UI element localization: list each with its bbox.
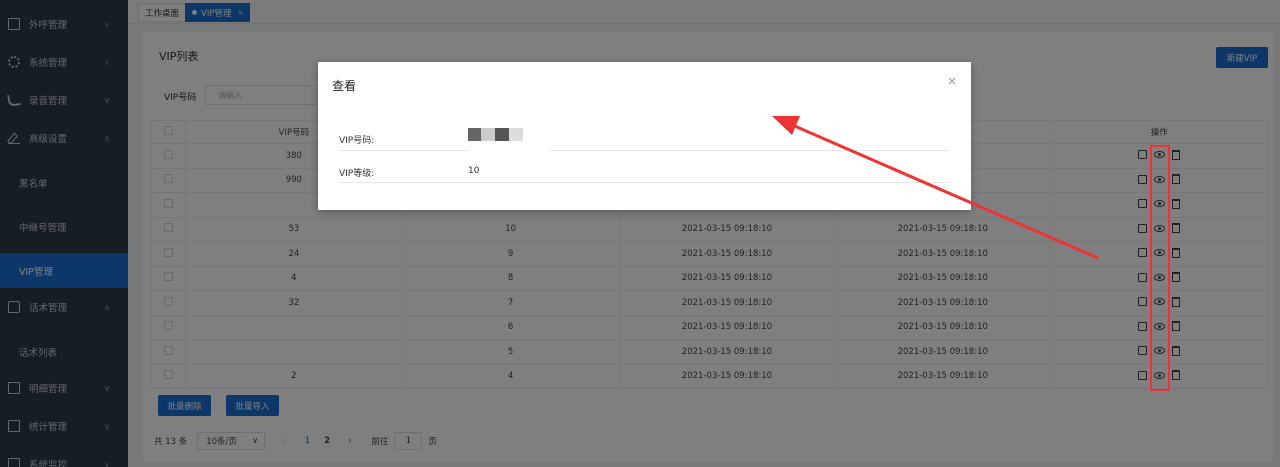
annotation-arrow — [772, 116, 1099, 260]
